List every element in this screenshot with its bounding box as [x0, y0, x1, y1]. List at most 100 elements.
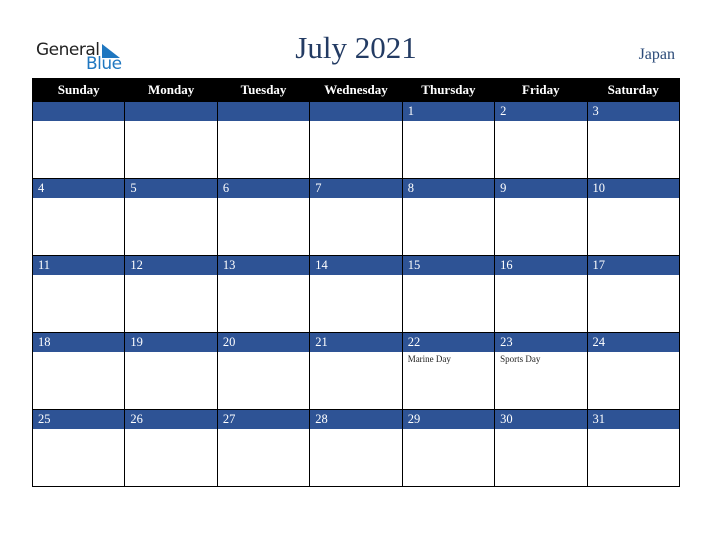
- weekday-header: Friday: [494, 78, 588, 102]
- day-cell[interactable]: 12: [124, 255, 218, 333]
- day-cell[interactable]: 11: [31, 255, 126, 333]
- week-row: 4 5 6 7 8 9 10: [31, 178, 681, 256]
- holiday-label: [310, 198, 401, 200]
- day-number: 11: [33, 256, 125, 275]
- weekday-header: Sunday: [31, 78, 126, 102]
- calendar-title: July 2021: [295, 30, 417, 65]
- day-number: 28: [310, 410, 402, 429]
- day-cell[interactable]: 31: [586, 409, 681, 487]
- holiday-label: [33, 352, 124, 354]
- day-cell[interactable]: [124, 101, 218, 179]
- holiday-label: [125, 429, 216, 431]
- day-number: 2: [495, 102, 587, 121]
- day-cell[interactable]: 24: [586, 332, 681, 410]
- holiday-label: [218, 275, 309, 277]
- weekday-header-row: Sunday Monday Tuesday Wednesday Thursday…: [31, 78, 681, 102]
- day-number: 14: [310, 256, 402, 275]
- holiday-label: Sports Day: [500, 354, 541, 364]
- country-label: Japan: [638, 46, 675, 63]
- holiday-label: Marine Day: [407, 354, 451, 364]
- holiday-label: [33, 429, 124, 431]
- day-number: 21: [310, 333, 402, 352]
- holiday-label: [403, 198, 494, 200]
- calendar-grid: Sunday Monday Tuesday Wednesday Thursday…: [31, 78, 681, 487]
- day-number: 4: [33, 179, 125, 198]
- day-number: 22: [402, 333, 495, 352]
- day-cell[interactable]: 29: [401, 409, 496, 487]
- day-cell[interactable]: 25: [31, 409, 126, 487]
- day-cell[interactable]: 27: [216, 409, 311, 487]
- day-cell[interactable]: 3: [586, 101, 681, 179]
- day-cell[interactable]: [309, 101, 403, 179]
- day-cell[interactable]: [216, 101, 311, 179]
- day-cell[interactable]: [31, 101, 126, 179]
- day-number: 7: [310, 179, 402, 198]
- weekday-header: Tuesday: [216, 78, 311, 102]
- day-number: 1: [402, 102, 495, 121]
- holiday-label: [218, 429, 309, 431]
- day-number: 25: [33, 410, 125, 429]
- holiday-label: [403, 275, 494, 277]
- day-number: 18: [33, 333, 125, 352]
- day-cell[interactable]: 22 Marine Day: [401, 332, 496, 410]
- day-number: 12: [125, 256, 217, 275]
- day-number: 24: [587, 333, 679, 352]
- day-number: 10: [587, 179, 679, 198]
- day-cell[interactable]: 8: [401, 178, 496, 256]
- day-cell[interactable]: 18: [31, 332, 126, 410]
- day-cell[interactable]: 10: [586, 178, 681, 256]
- day-cell[interactable]: 14: [309, 255, 403, 333]
- day-number: 8: [402, 179, 495, 198]
- day-number: [33, 102, 125, 121]
- day-number: 19: [125, 333, 217, 352]
- day-cell[interactable]: 17: [586, 255, 681, 333]
- day-number: 5: [125, 179, 217, 198]
- holiday-label: [495, 275, 586, 277]
- day-cell[interactable]: 30: [494, 409, 588, 487]
- holiday-label: [588, 198, 679, 200]
- holiday-label: [125, 275, 216, 277]
- day-cell[interactable]: 1: [401, 101, 496, 179]
- holiday-label: [33, 275, 124, 277]
- holiday-label: [588, 121, 679, 123]
- holiday-label: [125, 198, 216, 200]
- day-cell[interactable]: 26: [124, 409, 218, 487]
- weekday-header: Wednesday: [309, 78, 403, 102]
- day-number: 30: [495, 410, 587, 429]
- day-cell[interactable]: 28: [309, 409, 403, 487]
- day-number: 27: [217, 410, 310, 429]
- day-cell[interactable]: 2: [494, 101, 588, 179]
- day-cell[interactable]: 9: [494, 178, 588, 256]
- holiday-label: [588, 429, 679, 431]
- day-cell[interactable]: 5: [124, 178, 218, 256]
- week-row: 11 12 13 14 15 16 17: [31, 255, 681, 333]
- day-cell[interactable]: 15: [401, 255, 496, 333]
- holiday-label: [403, 121, 494, 123]
- day-number: [125, 102, 217, 121]
- day-number: 15: [402, 256, 495, 275]
- day-cell[interactable]: 6: [216, 178, 311, 256]
- day-cell[interactable]: 13: [216, 255, 311, 333]
- day-number: 3: [587, 102, 679, 121]
- day-number: 29: [402, 410, 495, 429]
- day-number: [217, 102, 310, 121]
- weekday-header: Saturday: [586, 78, 681, 102]
- holiday-label: [218, 121, 309, 123]
- holiday-label: [218, 198, 309, 200]
- day-number: 16: [495, 256, 587, 275]
- day-number: 20: [217, 333, 310, 352]
- holiday-label: [33, 198, 124, 200]
- holiday-label: [218, 352, 309, 354]
- holiday-label: [33, 121, 124, 123]
- day-cell[interactable]: 19: [124, 332, 218, 410]
- day-cell[interactable]: 21: [309, 332, 403, 410]
- day-number: 23: [495, 333, 587, 352]
- day-cell[interactable]: 16: [494, 255, 588, 333]
- day-cell[interactable]: 4: [31, 178, 126, 256]
- day-cell[interactable]: 20: [216, 332, 311, 410]
- day-number: 9: [495, 179, 587, 198]
- holiday-label: [310, 275, 401, 277]
- week-row: 25 26 27 28 29 30 31: [31, 409, 681, 487]
- day-cell[interactable]: 23 Sports Day: [494, 332, 588, 410]
- day-cell[interactable]: 7: [309, 178, 403, 256]
